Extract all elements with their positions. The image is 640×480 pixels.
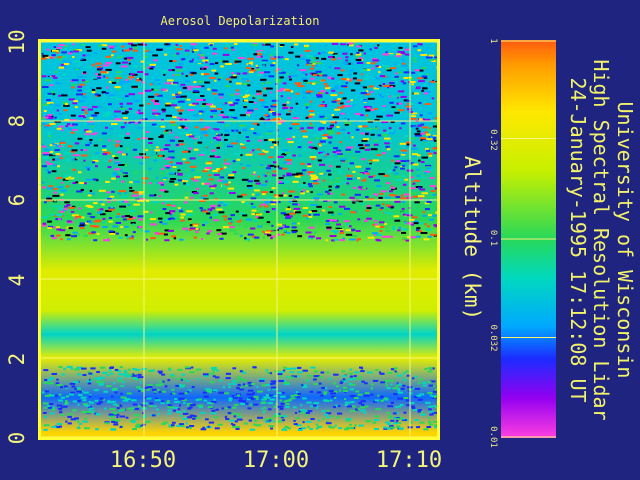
y-tick-label: 2: [5, 352, 29, 366]
y-axis-label: Altitude (km): [460, 155, 484, 321]
x-tick-label: 17:10: [375, 448, 443, 473]
timestamp-label: 24-January-1995 17:12:08 UT: [566, 77, 590, 403]
x-tick-label: 17:00: [242, 448, 310, 473]
colorbar: [501, 40, 556, 438]
institution-label: University of Wisconsin: [613, 101, 637, 379]
y-tick-label: 8: [5, 114, 29, 128]
chart-title: Aerosol Depolarization: [160, 14, 320, 28]
y-tick-label: 10: [5, 29, 29, 55]
instrument-label: High Spectral Resolution Lidar: [589, 59, 613, 421]
y-tick-label: 0: [5, 431, 29, 445]
y-tick-label: 4: [5, 273, 29, 287]
x-tick-label: 16:50: [109, 448, 177, 473]
colorbar-tick-label: 0.01: [488, 426, 498, 448]
colorbar-tick-label: 1: [488, 38, 498, 44]
y-tick-label: 6: [5, 193, 29, 207]
colorbar-tick-label: 0.1: [488, 229, 498, 247]
colorbar-tick-label: 0.32: [488, 129, 498, 151]
colorbar-tick-label: 0.032: [488, 324, 498, 352]
plot-frame: [38, 39, 440, 440]
